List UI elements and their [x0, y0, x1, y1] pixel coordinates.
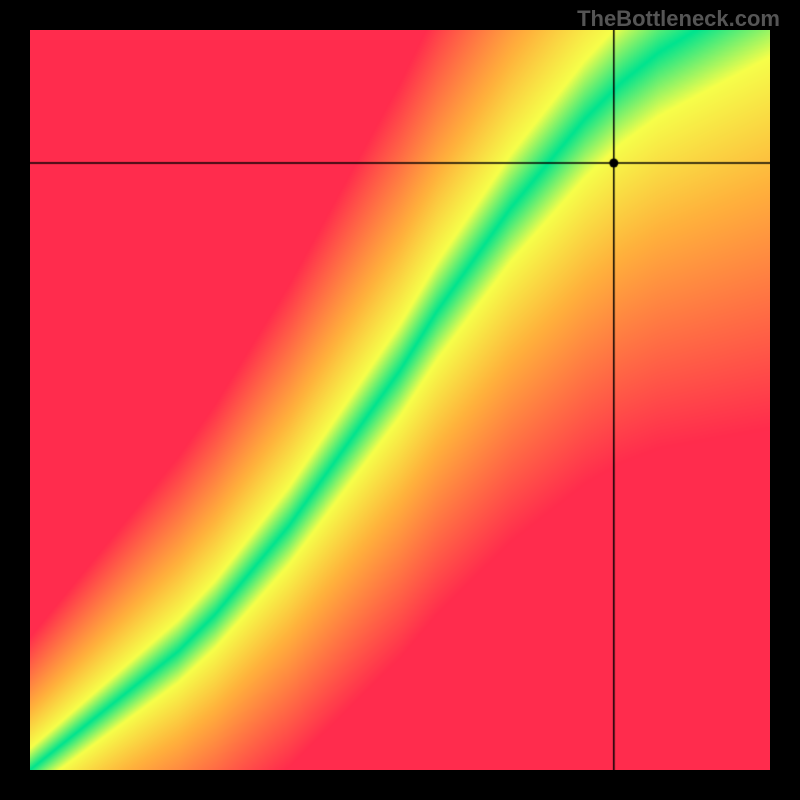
heatmap-canvas [30, 30, 770, 770]
heatmap-plot [30, 30, 770, 770]
watermark-text: TheBottleneck.com [577, 6, 780, 32]
